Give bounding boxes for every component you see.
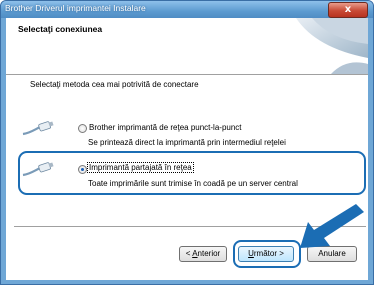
next-button-suffix: > xyxy=(277,249,284,258)
installer-window: Brother Driverul imprimantei Instalare x… xyxy=(0,0,374,285)
dialog-client-area: Selectaţi conexiunea Selectaţi metoda ce… xyxy=(6,18,368,280)
instruction-text: Selectaţi metoda cea mai potrivită de co… xyxy=(30,80,199,89)
network-cable-icon xyxy=(22,121,54,136)
back-button[interactable]: < Anterior xyxy=(179,246,227,262)
back-button-label: nterior xyxy=(197,249,221,258)
header-decoration-icon xyxy=(276,18,368,74)
close-icon: x xyxy=(344,4,352,15)
option-shared-printer[interactable]: Imprimantă partajată în reţea Toate impr… xyxy=(22,153,352,189)
shared-printer-label[interactable]: Imprimantă partajată în reţea xyxy=(87,162,194,173)
window-title: Brother Driverul imprimantei Instalare xyxy=(5,3,146,13)
option-peer-to-peer[interactable]: Brother imprimantă de reţea punct-la-pun… xyxy=(22,112,352,148)
network-cable-icon xyxy=(22,162,54,177)
pointer-arrow-icon xyxy=(300,204,364,248)
peer-to-peer-radio[interactable] xyxy=(78,124,87,133)
shared-printer-description: Toate imprimările sunt trimise în coadă … xyxy=(88,179,298,188)
peer-to-peer-description: Se printează direct la imprimantă prin i… xyxy=(88,138,286,147)
peer-to-peer-label[interactable]: Brother imprimantă de reţea punct-la-pun… xyxy=(89,123,242,132)
next-button-label: rmător xyxy=(253,249,277,258)
title-bar[interactable]: Brother Driverul imprimantei Instalare x xyxy=(1,1,373,18)
next-button[interactable]: Următor > xyxy=(238,246,294,262)
shared-printer-radio[interactable] xyxy=(78,165,87,174)
close-button[interactable]: x xyxy=(328,2,368,18)
page-title: Selectaţi conexiunea xyxy=(18,24,103,34)
wizard-header: Selectaţi conexiunea xyxy=(6,18,368,75)
